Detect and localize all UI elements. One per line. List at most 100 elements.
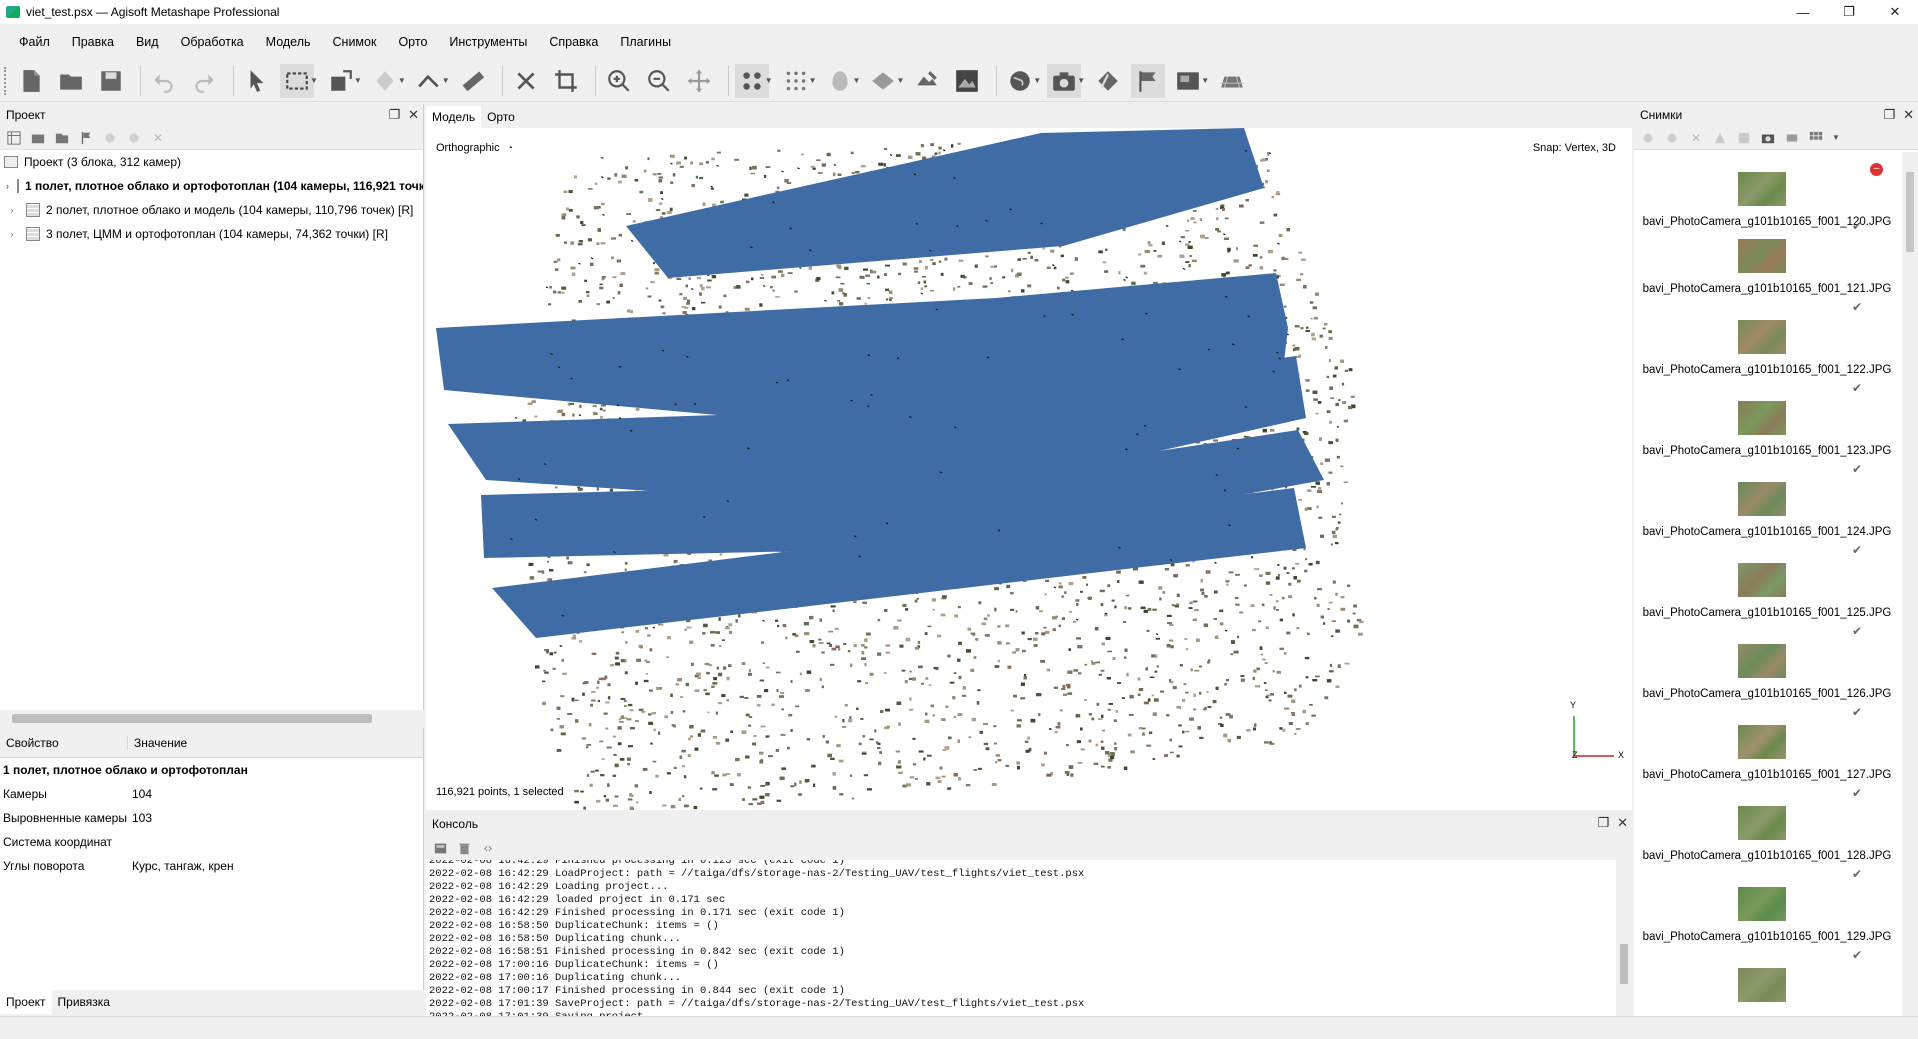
cloud-point [983, 617, 988, 621]
cloud-point [883, 163, 886, 167]
enable-icon[interactable] [102, 130, 118, 146]
redo-button[interactable] [187, 64, 221, 98]
delete-selection-button[interactable] [509, 64, 543, 98]
menu-workflow[interactable]: Обработка [170, 30, 255, 54]
tree-root[interactable]: Проект (3 блока, 312 камер) [0, 150, 423, 174]
cloud-point [917, 281, 921, 284]
save-button[interactable] [94, 64, 128, 98]
cloud-point [741, 730, 747, 734]
chevron-down-icon[interactable]: ▼ [896, 76, 904, 85]
chevron-down-icon[interactable]: ▼ [354, 76, 362, 85]
maximize-button[interactable]: ❐ [1826, 0, 1872, 24]
menu-help[interactable]: Справка [538, 30, 609, 54]
show-cameras-button[interactable] [1047, 63, 1082, 98]
menu-edit[interactable]: Правка [61, 30, 125, 54]
undock-icon[interactable]: ❐ [388, 107, 400, 123]
model-viewport[interactable]: Orthographic Snap: Vertex, 3D 116,921 po… [426, 128, 1632, 810]
toolbar-grip[interactable] [4, 66, 8, 95]
chevron-down-icon[interactable]: ▼ [765, 76, 773, 85]
reset-view-button[interactable] [682, 64, 716, 98]
chevron-down-icon[interactable]: ▼ [442, 76, 450, 85]
draw-polyline-button[interactable] [412, 64, 446, 98]
cloud-point [676, 161, 681, 165]
chevron-down-icon[interactable]: ▼ [1033, 76, 1041, 85]
zoom-out-button[interactable] [642, 64, 676, 98]
col-property[interactable]: Свойство [0, 735, 128, 750]
resize-region-button[interactable] [324, 64, 358, 98]
menu-plugins[interactable]: Плагины [609, 30, 682, 54]
property-key: Выровненные камеры [3, 811, 127, 825]
cloud-point [1091, 717, 1095, 721]
menu-ortho[interactable]: Орто [387, 30, 438, 54]
cloud-point [1169, 738, 1172, 742]
scrollbar-thumb[interactable] [12, 714, 372, 723]
tab-project[interactable]: Проект [0, 990, 52, 1014]
tab-ortho[interactable]: Орто [481, 106, 521, 128]
remove-icon[interactable]: ✕ [150, 130, 166, 146]
show-dense-cloud-button[interactable] [779, 64, 813, 98]
cloud-point [624, 562, 628, 565]
add-photos-icon[interactable] [30, 130, 46, 146]
project-hscrollbar[interactable] [0, 710, 424, 726]
chevron-down-icon[interactable]: ▼ [809, 76, 817, 85]
tree-chunk-3[interactable]: › 3 полет, ЦММ и ортофотоплан (104 камер… [0, 222, 423, 246]
menu-file[interactable]: Файл [8, 30, 61, 54]
open-button[interactable] [54, 64, 88, 98]
show-grid-button[interactable] [1215, 64, 1249, 98]
menu-model[interactable]: Модель [255, 30, 322, 54]
show-tiled-model-button[interactable] [866, 64, 900, 98]
chevron-down-icon[interactable]: ▼ [310, 76, 318, 85]
tree-chunk-1[interactable]: › 1 полет, плотное облако и ортофотоплан… [0, 174, 423, 198]
cloud-point [531, 400, 536, 403]
chevron-down-icon[interactable]: ▼ [1201, 76, 1209, 85]
tab-reference[interactable]: Привязка [52, 990, 116, 1014]
show-dem-button[interactable] [910, 64, 944, 98]
show-markers-button[interactable] [1131, 63, 1166, 98]
minimize-button[interactable]: — [1780, 0, 1826, 24]
ruler-button[interactable] [456, 64, 490, 98]
chevron-right-icon[interactable]: › [6, 229, 18, 239]
property-row[interactable]: Камеры 104 [0, 782, 423, 806]
col-value[interactable]: Значение [128, 736, 187, 750]
tree-chunk-2[interactable]: › 2 полет, плотное облако и модель (104 … [0, 198, 423, 222]
show-points-button[interactable] [734, 63, 769, 98]
menu-view[interactable]: Вид [125, 30, 170, 54]
zoom-in-button[interactable] [602, 64, 636, 98]
chevron-down-icon[interactable]: ▼ [398, 76, 406, 85]
cloud-point [811, 764, 816, 768]
navigation-tool-button[interactable] [240, 64, 274, 98]
cloud-point [1082, 576, 1087, 579]
close-window-button[interactable]: ✕ [1872, 0, 1918, 24]
rotate-object-button[interactable] [368, 64, 402, 98]
add-chunk-icon[interactable] [6, 130, 22, 146]
show-basemap-button[interactable] [1003, 64, 1037, 98]
show-model-button[interactable] [823, 64, 857, 98]
tab-model[interactable]: Модель [426, 106, 482, 128]
add-folder-icon[interactable] [54, 130, 70, 146]
menu-tools[interactable]: Инструменты [438, 30, 538, 54]
close-icon[interactable]: ✕ [408, 107, 419, 123]
property-row[interactable]: Система координат [0, 830, 423, 854]
point-cloud-scene[interactable] [426, 128, 1632, 810]
crop-selection-button[interactable] [549, 64, 583, 98]
new-document-button[interactable] [14, 64, 48, 98]
menu-photo[interactable]: Снимок [322, 30, 388, 54]
cloud-point [560, 732, 566, 736]
chevron-right-icon[interactable]: › [6, 205, 18, 215]
cloud-point [1156, 665, 1159, 668]
add-marker-icon[interactable] [78, 130, 94, 146]
chevron-down-icon[interactable]: ▼ [1077, 76, 1085, 85]
cloud-point [1327, 608, 1330, 610]
cloud-point [632, 220, 636, 223]
property-row[interactable]: Выровненные камеры 103 [0, 806, 423, 830]
rectangle-selection-button[interactable] [280, 63, 314, 98]
property-row[interactable]: Углы поворота Курс, тангаж, крен [0, 854, 423, 878]
show-region-button[interactable] [1171, 64, 1205, 98]
chevron-right-icon[interactable]: › [6, 181, 9, 191]
show-orthomosaic-button[interactable] [950, 64, 984, 98]
cloud-point [549, 652, 554, 656]
undo-button[interactable] [147, 64, 181, 98]
disable-icon[interactable] [126, 130, 142, 146]
show-shapes-button[interactable] [1091, 64, 1125, 98]
chevron-down-icon[interactable]: ▼ [853, 76, 861, 85]
